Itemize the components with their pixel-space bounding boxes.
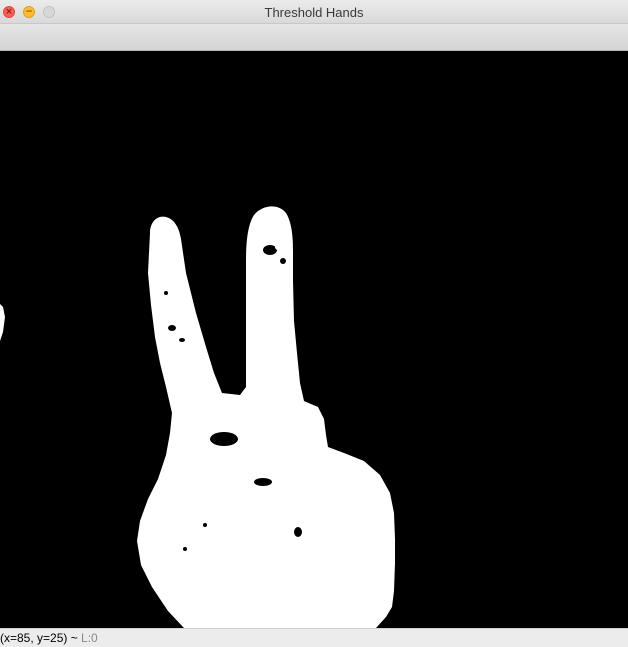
mask-hole <box>210 432 238 446</box>
mask-hole <box>203 523 207 527</box>
cursor-coordinates: (x=85, y=25) ~ <box>0 631 82 645</box>
mask-hole <box>168 325 176 331</box>
mask-speck <box>311 442 317 448</box>
mask-hole <box>254 478 272 486</box>
mask-hole <box>179 338 185 342</box>
mask-hole <box>183 547 187 551</box>
image-canvas[interactable] <box>0 51 628 628</box>
mask-hole <box>280 258 286 264</box>
mask-hole <box>263 245 277 255</box>
mask-hole <box>164 291 168 295</box>
mask-hole <box>294 527 302 537</box>
toolbar <box>0 24 628 51</box>
mask-speck <box>263 261 267 265</box>
pixel-level: L:0 <box>81 631 98 645</box>
window-title: Threshold Hands <box>264 5 364 20</box>
threshold-hand-image <box>0 51 628 628</box>
title-bar[interactable]: × − Threshold Hands <box>0 0 628 24</box>
status-bar: (x=85, y=25) ~ L:0 <box>0 628 628 647</box>
mask-speck <box>162 349 166 353</box>
mask-speck <box>275 244 281 250</box>
app-window: × − Threshold Hands (x=85, y=25) ~ L:0 <box>0 0 628 647</box>
